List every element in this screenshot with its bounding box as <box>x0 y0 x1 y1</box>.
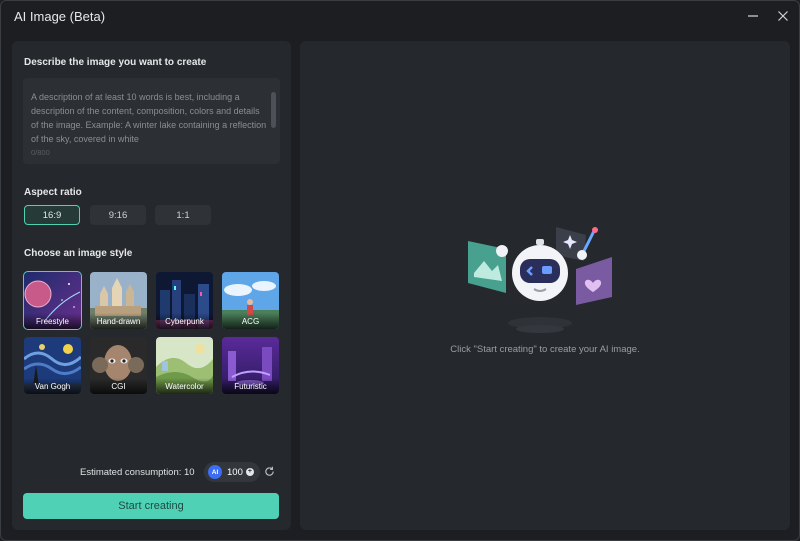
style-label: Cyberpunk <box>156 313 213 329</box>
prompt-label: Describe the image you want to create <box>24 57 207 68</box>
style-label: ACG <box>222 313 279 329</box>
image-card-icon <box>468 241 508 293</box>
ratio-1-1-button[interactable]: 1:1 <box>155 205 211 225</box>
image-style-label: Choose an image style <box>24 248 133 259</box>
start-creating-button[interactable]: Start creating <box>23 493 279 519</box>
prompt-char-count: 0/800 <box>31 148 50 157</box>
ratio-16-9-button[interactable]: 16:9 <box>24 205 80 225</box>
style-label: Futuristic <box>222 378 279 394</box>
prompt-placeholder: A description of at least 10 words is be… <box>31 92 267 144</box>
credit-balance[interactable]: AI 100 + <box>204 462 260 482</box>
style-watercolor[interactable]: Watercolor <box>156 337 213 394</box>
close-button[interactable] <box>774 7 792 25</box>
heart-card-icon <box>576 257 612 305</box>
settings-panel: Describe the image you want to create A … <box>12 41 291 530</box>
plus-icon: + <box>245 468 254 476</box>
style-van-gogh[interactable]: Van Gogh <box>24 337 81 394</box>
title-bar: AI Image (Beta) <box>1 1 799 31</box>
credit-count: 100 <box>227 466 243 478</box>
style-label: Hand-drawn <box>90 313 147 329</box>
aspect-ratio-label: Aspect ratio <box>24 187 82 198</box>
style-cyberpunk[interactable]: Cyberpunk <box>156 272 213 329</box>
style-acg[interactable]: ACG <box>222 272 279 329</box>
preview-panel: Click "Start creating" to create your AI… <box>300 41 790 530</box>
robot-illustration <box>468 227 612 333</box>
minimize-icon <box>748 15 758 17</box>
ratio-9-16-button[interactable]: 9:16 <box>90 205 146 225</box>
style-hand-drawn[interactable]: Hand-drawn <box>90 272 147 329</box>
refresh-icon[interactable] <box>264 466 275 477</box>
preview-hint: Click "Start creating" to create your AI… <box>450 344 640 355</box>
style-freestyle[interactable]: Freestyle <box>23 271 82 330</box>
estimated-consumption: Estimated consumption: 10 <box>80 467 195 478</box>
style-futuristic[interactable]: Futuristic <box>222 337 279 394</box>
style-label: Freestyle <box>24 313 81 329</box>
ai-credit-icon: AI <box>208 465 222 479</box>
style-label: CGI <box>90 378 147 394</box>
prompt-input[interactable]: A description of at least 10 words is be… <box>23 78 280 164</box>
window-title: AI Image (Beta) <box>14 9 106 24</box>
style-label: Watercolor <box>156 378 213 394</box>
ai-image-window: AI Image (Beta) Describe the image you w… <box>0 0 800 541</box>
minimize-button[interactable] <box>744 7 762 25</box>
close-icon <box>778 11 788 21</box>
prompt-scrollbar[interactable] <box>271 92 276 128</box>
style-label: Van Gogh <box>24 378 81 394</box>
style-cgi[interactable]: CGI <box>90 337 147 394</box>
